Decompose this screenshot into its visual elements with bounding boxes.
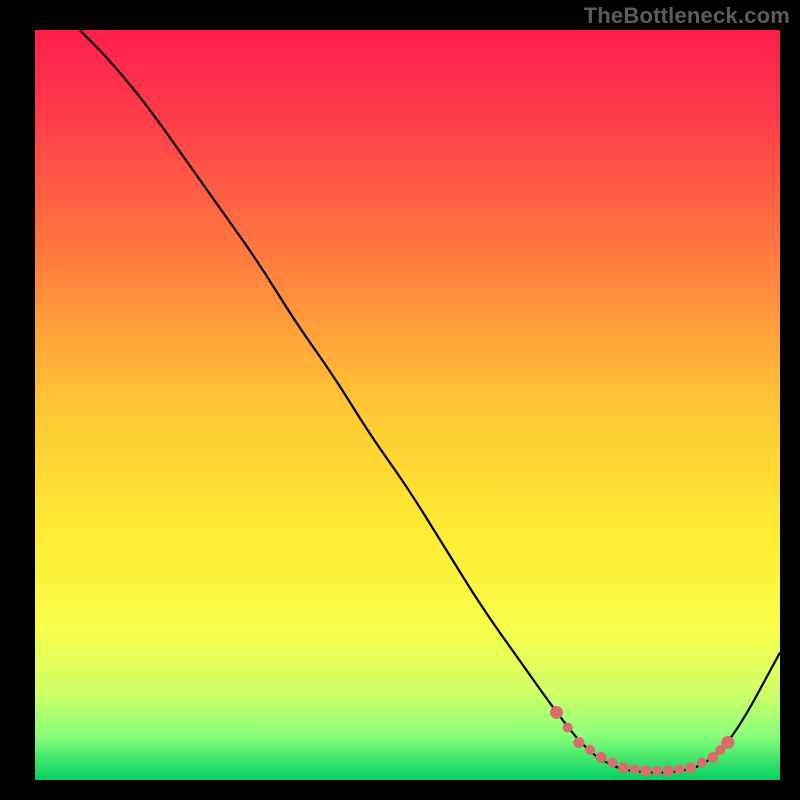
sweet-spot-dot	[585, 745, 595, 755]
chart-stage: TheBottleneck.com	[0, 0, 800, 800]
sweet-spot-dot	[630, 765, 640, 775]
watermark-text: TheBottleneck.com	[584, 3, 790, 29]
sweet-spot-dot	[640, 766, 651, 777]
sweet-spot-dot	[674, 765, 684, 775]
sweet-spot-dot	[685, 763, 696, 774]
sweet-spot-dot	[663, 766, 674, 777]
bottleneck-plot	[0, 0, 800, 800]
sweet-spot-dot	[550, 706, 563, 719]
sweet-spot-dot	[607, 758, 617, 768]
sweet-spot-dot	[652, 766, 662, 776]
sweet-spot-dot	[563, 723, 573, 733]
sweet-spot-dot	[697, 758, 707, 768]
sweet-spot-dot	[707, 752, 718, 763]
sweet-spot-dot	[618, 763, 629, 774]
sweet-spot-dot	[573, 737, 584, 748]
sweet-spot-dot	[596, 752, 607, 763]
gradient-background	[35, 30, 780, 780]
sweet-spot-dot	[721, 736, 734, 749]
